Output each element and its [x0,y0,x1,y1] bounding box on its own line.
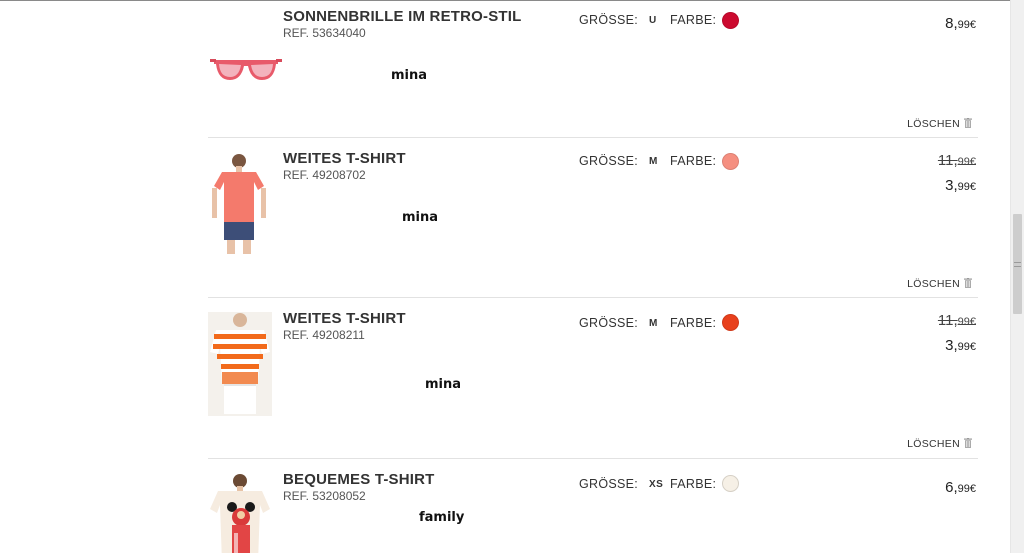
delete-label: LÖSCHEN [907,438,960,450]
product-tag: family [419,510,465,525]
price-cents: 99€ [957,19,976,31]
size-label: GRÖSSE: [579,477,639,491]
product-ref: REF. 49208702 [283,168,366,182]
price-main: 6, [945,479,958,496]
cart-item: WEITES T-SHIRT REF. 49208702 mina GRÖSSE… [208,138,978,298]
scrollbar-grip-icon [1014,262,1021,267]
product-tag: mina [391,68,428,83]
delete-button[interactable]: LÖSCHEN [907,278,972,290]
product-tag: mina [425,377,462,392]
size-value: M [649,156,658,167]
trash-icon [964,118,972,128]
product-ref: REF. 49208211 [283,328,365,342]
color-label: FARBE: [670,316,717,330]
old-price-cents: 99€ [957,156,976,168]
product-image-coral-tshirt[interactable] [208,152,270,256]
trash-icon [964,278,972,288]
color-swatch [722,12,739,29]
delete-button[interactable]: LÖSCHEN [907,118,972,130]
color-swatch [722,475,739,492]
color-label: FARBE: [670,13,717,27]
product-title[interactable]: BEQUEMES T-SHIRT [283,471,435,488]
product-image-sunglasses[interactable] [210,52,282,86]
size-label: GRÖSSE: [579,154,639,168]
cart-item: SONNENBRILLE IM RETRO-STIL REF. 53634040… [208,0,978,138]
old-price: 11,99€ [938,312,976,329]
product-image-striped-tshirt[interactable] [208,312,272,416]
size-value: M [649,318,658,329]
size-label: GRÖSSE: [579,316,639,330]
size-value: XS [649,479,664,490]
trash-icon [964,438,972,448]
product-title[interactable]: WEITES T-SHIRT [283,310,406,327]
cart-item: BEQUEMES T-SHIRT REF. 53208052 family GR… [208,459,978,553]
product-ref: REF. 53634040 [283,26,366,40]
product-title[interactable]: WEITES T-SHIRT [283,150,406,167]
price: 8,99€ [945,15,976,32]
vertical-scrollbar[interactable] [1010,0,1024,553]
size-label: GRÖSSE: [579,13,639,27]
delete-label: LÖSCHEN [907,278,960,290]
price-cents: 99€ [957,341,976,353]
price-cents: 99€ [957,181,976,193]
size-value: U [649,15,657,26]
product-title[interactable]: SONNENBRILLE IM RETRO-STIL [283,8,522,25]
color-label: FARBE: [670,477,717,491]
price-main: 3, [945,337,958,354]
color-swatch [722,153,739,170]
old-price-main: 11, [937,312,958,329]
product-image-printed-tshirt[interactable] [208,473,272,553]
old-price-cents: 99€ [957,316,976,328]
price: 3,99€ [945,337,976,354]
price-cents: 99€ [957,483,976,495]
color-swatch [722,314,739,331]
old-price-main: 11, [937,152,958,169]
cart-item: WEITES T-SHIRT REF. 49208211 mina GRÖSSE… [208,298,978,458]
product-ref: REF. 53208052 [283,489,366,503]
old-price: 11,99€ [938,152,976,169]
delete-label: LÖSCHEN [907,118,960,130]
color-label: FARBE: [670,154,717,168]
product-tag: mina [402,210,439,225]
price-main: 3, [945,177,958,194]
price: 3,99€ [945,177,976,194]
price: 6,99€ [945,479,976,496]
price-main: 8, [945,15,958,32]
delete-button[interactable]: LÖSCHEN [907,438,972,450]
